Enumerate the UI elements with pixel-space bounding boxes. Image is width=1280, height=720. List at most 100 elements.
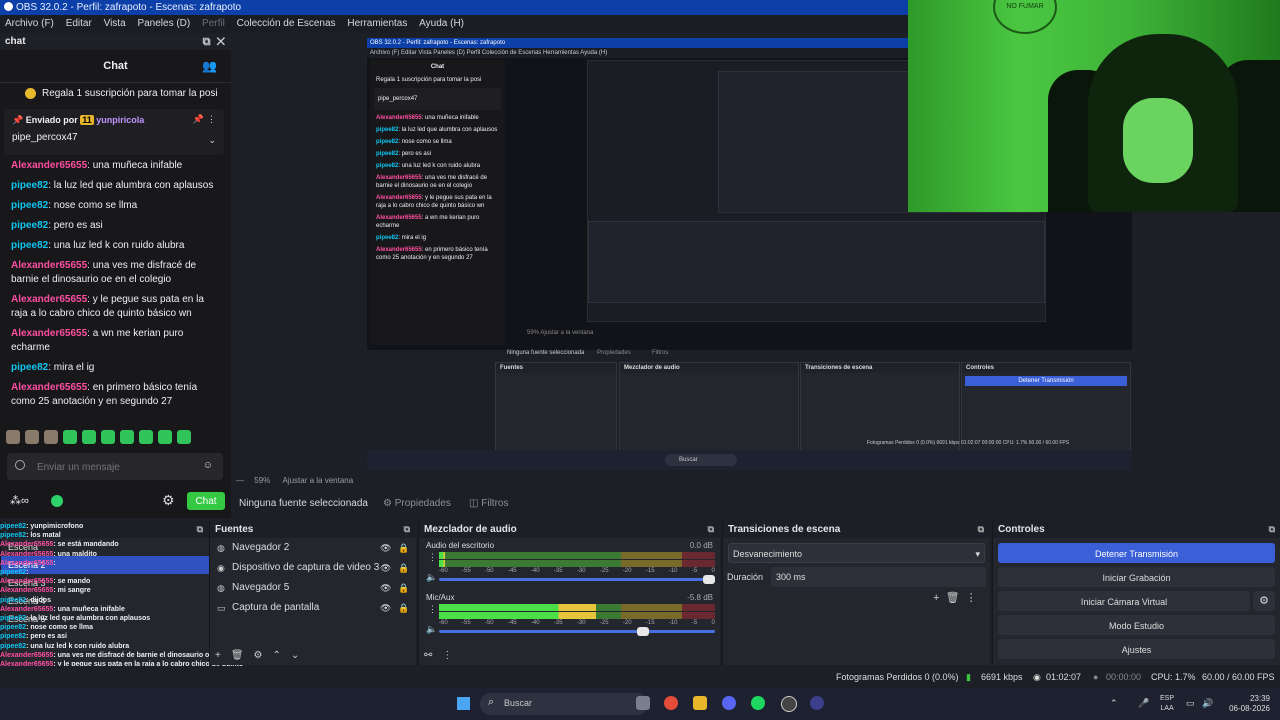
trash-icon[interactable]: 🗑 xyxy=(231,650,244,661)
lock-icon[interactable]: 🔒 xyxy=(398,598,409,618)
chevron-up-icon[interactable]: ⌃ xyxy=(1110,698,1118,709)
menu-help[interactable]: Ayuda (H) xyxy=(419,18,464,29)
emote-icon[interactable] xyxy=(158,430,172,444)
obs-icon[interactable] xyxy=(781,696,797,712)
pinned-user[interactable]: yunpiricola xyxy=(96,115,144,125)
menu-profile[interactable]: Perfil xyxy=(202,18,225,29)
source-item[interactable]: ◍ Navegador 2 👁 🔒 xyxy=(210,538,416,558)
menu-tools[interactable]: Herramientas xyxy=(347,18,407,29)
link-icon[interactable]: ⚯ xyxy=(424,650,432,661)
source-item[interactable]: ▭ Captura de pantalla 👁 🔒 xyxy=(210,598,416,618)
chat-username[interactable]: Alexander65655 xyxy=(11,382,87,393)
taskbar-search[interactable]: ⌕ Buscar xyxy=(480,693,648,715)
menu-scene-collection[interactable]: Colección de Escenas xyxy=(237,18,336,29)
zoom-minus-icon[interactable]: — xyxy=(236,476,244,485)
chat-send-button[interactable]: Chat xyxy=(187,492,225,510)
bits-icon[interactable] xyxy=(51,495,63,507)
source-item[interactable]: ◍ Navegador 5 👁 🔒 xyxy=(210,578,416,598)
volume-icon[interactable]: 🔊 xyxy=(1202,698,1213,709)
emote-icon[interactable] xyxy=(63,430,77,444)
undock-icon[interactable]: ⧉ xyxy=(203,36,211,48)
undock-icon[interactable]: ⧉ xyxy=(1269,521,1275,538)
speaker-icon[interactable]: 🔈 xyxy=(426,624,437,635)
visibility-eye-icon[interactable]: 👁 xyxy=(380,578,391,598)
lock-icon[interactable]: 🔒 xyxy=(398,538,409,558)
volume-slider[interactable] xyxy=(439,575,716,584)
undock-icon[interactable]: ⧉ xyxy=(978,521,984,538)
settings-button[interactable]: Ajustes xyxy=(998,639,1275,659)
transition-select[interactable]: Desvanecimiento ▾ xyxy=(728,543,985,563)
lock-icon[interactable]: 🔒 xyxy=(398,558,409,578)
chat-username[interactable]: Alexander65655 xyxy=(11,328,87,339)
volume-slider-handle[interactable] xyxy=(703,575,716,584)
keyboard-language[interactable]: ESP LAA xyxy=(1160,694,1174,714)
menu-edit[interactable]: Editar xyxy=(66,18,92,29)
more-options-icon[interactable]: ⋮ xyxy=(428,552,437,563)
undock-icon[interactable]: ⧉ xyxy=(404,521,410,538)
spotify-icon[interactable] xyxy=(751,696,765,710)
source-item[interactable]: ◉ Dispositivo de captura de video 3 👁 🔒 xyxy=(210,558,416,578)
visibility-eye-icon[interactable]: 👁 xyxy=(380,558,391,578)
emote-icon[interactable] xyxy=(6,430,20,444)
volume-slider-handle[interactable] xyxy=(637,627,650,636)
emote-icon[interactable] xyxy=(25,430,39,444)
taskbar-clock[interactable]: 23:39 06-08-2026 xyxy=(1226,694,1270,714)
chat-username[interactable]: Alexander65655 xyxy=(11,160,87,171)
start-recording-button[interactable]: Iniciar Grabación xyxy=(998,567,1275,587)
add-icon[interactable]: + xyxy=(933,592,939,604)
move-up-icon[interactable]: ⌃ xyxy=(273,650,281,661)
properties-button[interactable]: ⚙ Propiedades xyxy=(383,494,451,514)
emote-icon[interactable] xyxy=(82,430,96,444)
more-options-icon[interactable]: ⋮ xyxy=(207,114,216,125)
visibility-eye-icon[interactable]: 👁 xyxy=(380,598,391,618)
task-view-icon[interactable] xyxy=(636,696,650,710)
emote-icon[interactable] xyxy=(120,430,134,444)
emoji-icon[interactable]: ☺ xyxy=(203,460,213,471)
more-options-icon[interactable]: ⋮ xyxy=(428,604,437,615)
volume-slider[interactable] xyxy=(439,627,715,636)
chat-username[interactable]: pipee82 xyxy=(11,200,48,211)
emote-icon[interactable] xyxy=(101,430,115,444)
chat-username[interactable]: pipee82 xyxy=(11,220,48,231)
menu-docks[interactable]: Paneles (D) xyxy=(137,18,190,29)
start-virtual-camera-button[interactable]: Iniciar Cámara Virtual xyxy=(998,591,1250,611)
menu-file[interactable]: Archivo (F) xyxy=(5,18,54,29)
virtual-camera-settings-icon[interactable]: ⚙ xyxy=(1253,591,1275,611)
studio-mode-button[interactable]: Modo Estudio xyxy=(998,615,1275,635)
visibility-eye-icon[interactable]: 👁 xyxy=(380,538,391,558)
chevron-down-icon[interactable]: ⌄ xyxy=(208,135,216,146)
windows-start-icon[interactable] xyxy=(457,697,470,710)
chrome-icon[interactable] xyxy=(664,696,678,710)
chat-message-input[interactable] xyxy=(35,457,199,478)
chat-username[interactable]: pipee82 xyxy=(11,180,48,191)
chat-username[interactable]: pipee82 xyxy=(11,362,48,373)
emote-icon[interactable] xyxy=(177,430,191,444)
users-icon[interactable]: 👥 xyxy=(202,50,217,82)
move-down-icon[interactable]: ⌄ xyxy=(291,650,299,661)
undock-icon[interactable]: ⧉ xyxy=(708,521,714,538)
stop-stream-button[interactable]: Detener Transmisión xyxy=(998,543,1275,563)
emote-icon[interactable] xyxy=(44,430,58,444)
discord-icon[interactable] xyxy=(722,696,736,710)
channel-points-icon[interactable]: ⁂∞ xyxy=(10,494,29,507)
close-icon[interactable]: ✕ xyxy=(217,36,225,48)
app-icon[interactable] xyxy=(810,696,824,710)
gear-icon[interactable]: ⚙ xyxy=(162,492,175,509)
chat-username[interactable]: pipee82 xyxy=(11,240,48,251)
filters-button[interactable]: ◫ Filtros xyxy=(469,494,508,514)
emote-icon[interactable] xyxy=(139,430,153,444)
lock-icon[interactable]: 🔒 xyxy=(398,578,409,598)
unpin-icon[interactable]: 📌 xyxy=(193,114,204,125)
menu-view[interactable]: Vista xyxy=(104,18,126,29)
file-explorer-icon[interactable] xyxy=(693,696,707,710)
fit-to-window-select[interactable]: Ajustar a la ventana xyxy=(282,476,353,485)
mic-icon[interactable]: 🎤 xyxy=(1138,698,1149,709)
chat-username[interactable]: Alexander65655 xyxy=(11,260,87,271)
chat-username[interactable]: Alexander65655 xyxy=(11,294,87,305)
promo-banner[interactable]: Regala 1 suscripción para tomar la posi xyxy=(0,83,231,105)
speaker-icon[interactable]: 🔈 xyxy=(426,572,437,583)
duration-spinbox[interactable]: 300 ms xyxy=(771,567,986,587)
display-icon[interactable]: ▭ xyxy=(1186,698,1195,709)
add-icon[interactable]: + xyxy=(215,650,221,661)
more-options-icon[interactable]: ⋮ xyxy=(442,650,452,661)
